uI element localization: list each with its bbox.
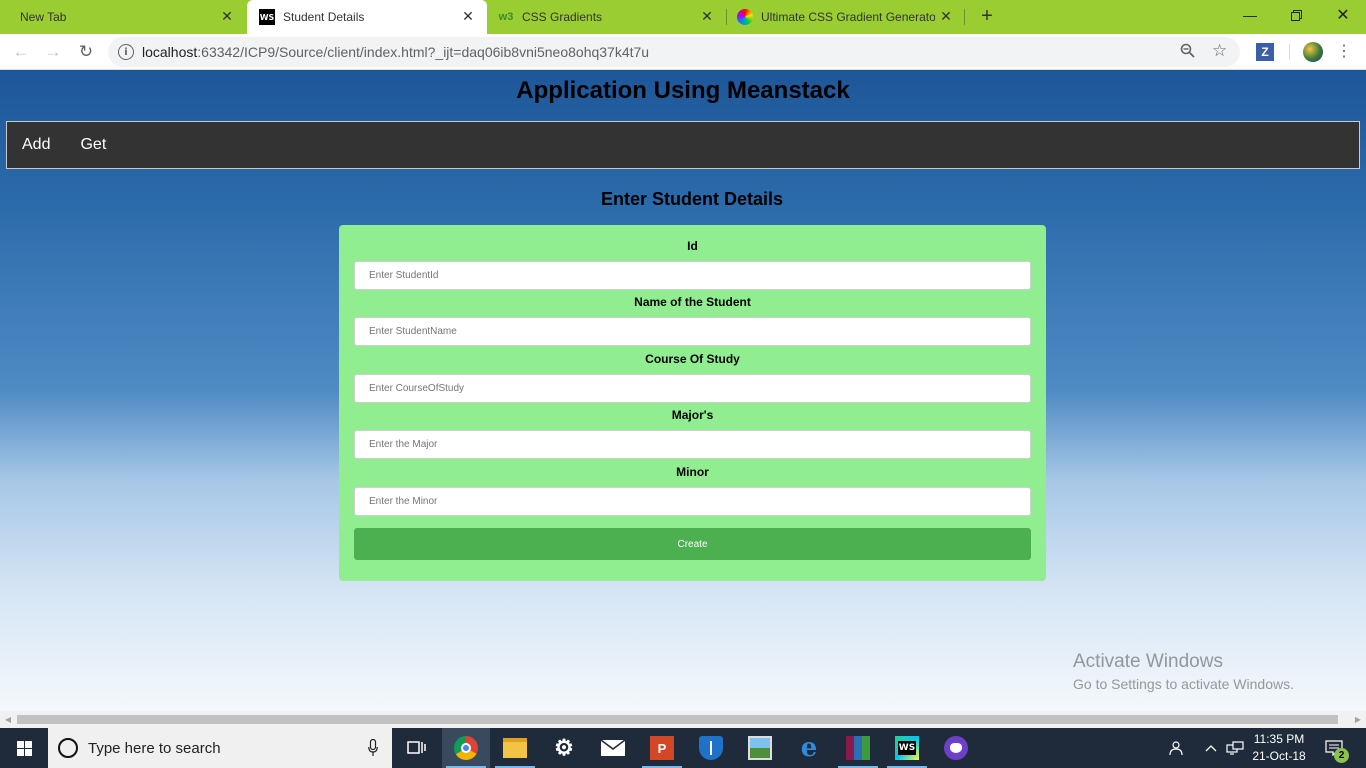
close-window-icon[interactable]: ✕: [1320, 0, 1366, 30]
new-tab-button[interactable]: +: [976, 5, 998, 27]
gradient-icon: [737, 9, 753, 25]
activate-windows-watermark: Activate Windows Go to Settings to activ…: [1073, 651, 1294, 692]
tab-strip: New Tab ✕ WS Student Details ✕ w3 CSS Gr…: [0, 0, 1366, 34]
url-host: localhost: [142, 44, 198, 60]
taskbar-edge[interactable]: e: [785, 728, 833, 768]
app-navbar: Add Get: [6, 121, 1360, 169]
student-name-input[interactable]: [354, 317, 1031, 346]
clock-date: 21-Oct-18: [1252, 749, 1306, 763]
taskbar: Type here to search ⚙ P e WS 11:35 PM 21…: [0, 728, 1366, 768]
github-desktop-icon: [944, 736, 968, 760]
taskbar-photos[interactable]: [736, 728, 784, 768]
tab-title: New Tab: [20, 10, 67, 24]
w3-icon: w3: [498, 11, 514, 23]
taskbar-file-explorer[interactable]: [491, 728, 539, 768]
major-label: Major's: [671, 408, 714, 422]
scroll-left-icon[interactable]: ◀: [2, 714, 14, 725]
chevron-up-icon[interactable]: [1200, 728, 1222, 768]
close-icon[interactable]: ✕: [700, 8, 714, 24]
url-text[interactable]: localhost:63342/ICP9/Source/client/index…: [142, 44, 649, 60]
defender-icon: [699, 736, 723, 760]
taskbar-settings[interactable]: ⚙: [540, 728, 588, 768]
nav-link-get[interactable]: Get: [65, 136, 121, 154]
chrome-icon: [454, 736, 478, 760]
taskbar-github-desktop[interactable]: [932, 728, 980, 768]
winrar-icon: [846, 736, 870, 760]
address-bar[interactable]: i localhost:63342/ICP9/Source/client/ind…: [108, 37, 1240, 67]
browser-toolbar: ← → ↻ i localhost:63342/ICP9/Source/clie…: [0, 34, 1366, 70]
zoom-icon[interactable]: [1180, 43, 1195, 62]
taskbar-clock[interactable]: 11:35 PM 21-Oct-18: [1246, 731, 1312, 765]
file-explorer-icon: [503, 738, 527, 758]
taskbar-chrome[interactable]: [442, 728, 490, 768]
restore-icon[interactable]: [1273, 0, 1319, 30]
info-icon[interactable]: i: [118, 44, 134, 60]
task-view-icon: [407, 741, 426, 754]
name-label: Name of the Student: [634, 295, 751, 309]
close-icon[interactable]: ✕: [461, 8, 475, 24]
start-button[interactable]: [0, 728, 48, 768]
profile-avatar[interactable]: [1303, 42, 1323, 62]
notification-badge: 2: [1334, 748, 1349, 763]
windows-logo-icon: [16, 740, 32, 756]
close-icon[interactable]: ✕: [939, 8, 953, 24]
webstorm-icon: WS: [895, 736, 919, 760]
horizontal-scrollbar[interactable]: ◀ ▶: [0, 711, 1366, 728]
scrollbar-thumb[interactable]: [17, 715, 1338, 724]
tab-student-details[interactable]: WS Student Details ✕: [247, 0, 487, 34]
watermark-subtitle: Go to Settings to activate Windows.: [1073, 676, 1294, 692]
settings-icon: ⚙: [554, 735, 574, 760]
course-label: Course Of Study: [645, 352, 740, 366]
microphone-icon[interactable]: [368, 739, 378, 757]
student-id-input[interactable]: [354, 261, 1031, 290]
photos-icon: [748, 736, 772, 760]
nav-link-add[interactable]: Add: [7, 136, 65, 154]
search-placeholder: Type here to search: [88, 739, 221, 757]
id-label: Id: [687, 239, 698, 253]
powerpoint-icon: P: [650, 736, 674, 760]
toolbar-separator: [1289, 44, 1290, 60]
tab-title: Student Details: [283, 10, 365, 24]
tab-new-tab[interactable]: New Tab ✕: [0, 0, 246, 34]
watermark-title: Activate Windows: [1073, 651, 1223, 672]
tab-separator: [964, 9, 965, 25]
tab-css-gradients[interactable]: w3 CSS Gradients ✕: [488, 0, 726, 34]
taskbar-winrar[interactable]: [834, 728, 882, 768]
reload-icon[interactable]: ↻: [74, 40, 98, 64]
minor-label: Minor: [676, 465, 709, 479]
section-title: Enter Student Details: [600, 189, 784, 209]
edge-icon: e: [800, 733, 818, 763]
cortana-icon: [58, 738, 78, 758]
close-icon[interactable]: ✕: [220, 8, 234, 24]
tab-gradient-generator[interactable]: Ultimate CSS Gradient Generator ✕: [727, 0, 965, 34]
taskbar-defender[interactable]: [687, 728, 735, 768]
menu-dots-icon[interactable]: ⋮: [1336, 41, 1352, 61]
mail-icon: [601, 740, 625, 756]
page-viewport: Application Using Meanstack Add Get Ente…: [0, 71, 1366, 711]
scroll-right-icon[interactable]: ▶: [1352, 714, 1364, 725]
network-icon[interactable]: [1224, 728, 1246, 768]
minor-input[interactable]: [354, 487, 1031, 516]
taskbar-search[interactable]: Type here to search: [48, 728, 392, 768]
create-button[interactable]: Create: [354, 528, 1031, 560]
taskbar-powerpoint[interactable]: P: [638, 728, 686, 768]
taskbar-mail[interactable]: [589, 728, 637, 768]
clock-time: 11:35 PM: [1253, 732, 1305, 746]
task-view-button[interactable]: [392, 728, 440, 768]
back-icon[interactable]: ←: [9, 40, 33, 64]
extension-z-icon[interactable]: Z: [1256, 43, 1274, 61]
major-input[interactable]: [354, 430, 1031, 459]
page-title: Application Using Meanstack: [516, 77, 850, 104]
bookmark-star-icon[interactable]: ☆: [1212, 41, 1227, 61]
ws-icon: WS: [259, 9, 275, 25]
course-of-study-input[interactable]: [354, 374, 1031, 403]
minimize-icon[interactable]: —: [1227, 0, 1273, 30]
tab-title: Ultimate CSS Gradient Generator: [761, 10, 935, 24]
url-path: :63342/ICP9/Source/client/index.html?_ij…: [197, 44, 650, 60]
taskbar-webstorm[interactable]: WS: [883, 728, 931, 768]
tab-title: CSS Gradients: [522, 10, 603, 24]
people-icon[interactable]: [1162, 728, 1188, 768]
student-form: Id Name of the Student Course Of Study M…: [339, 225, 1046, 581]
forward-icon[interactable]: →: [41, 40, 65, 64]
